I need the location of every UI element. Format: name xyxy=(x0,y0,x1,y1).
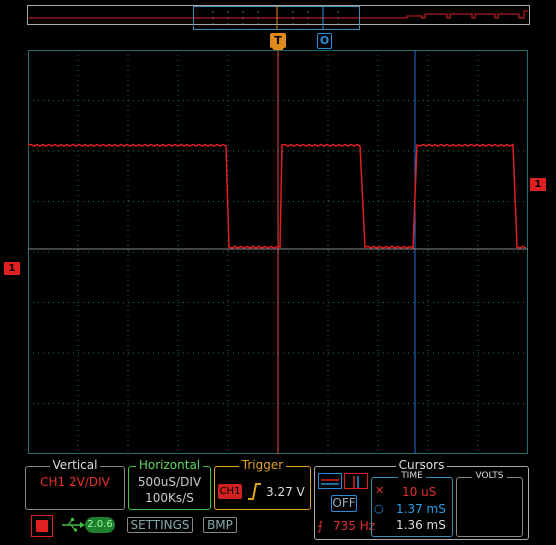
settings-button[interactable]: SETTINGS xyxy=(127,517,193,533)
cursor1-time: 10 uS xyxy=(402,485,437,499)
cursors-title-text: Cursors xyxy=(395,458,448,472)
vertical-panel[interactable]: Vertical CH1 2V/DIV xyxy=(25,458,125,510)
trigger-title: Trigger xyxy=(215,458,310,472)
cursor2-time: 1.37 mS xyxy=(396,502,446,516)
usb-icon xyxy=(62,518,85,532)
sample-rate: 100Ks/S xyxy=(145,491,194,505)
overview-view-window[interactable] xyxy=(193,6,360,30)
bmp-button[interactable]: BMP xyxy=(203,517,237,533)
vertical-scale: CH1 2V/DIV xyxy=(40,475,110,489)
volts-title: VOLTS xyxy=(457,471,522,481)
trigger-position-marker[interactable]: T xyxy=(270,33,286,48)
firmware-version-badge: 2.0.6 xyxy=(85,517,115,533)
cursors-off-button[interactable]: OFF xyxy=(331,495,357,512)
horizontal-title-text: Horizontal xyxy=(135,458,204,472)
cursor-h-icon[interactable] xyxy=(318,473,342,489)
cursor-delta-time: 1.36 mS xyxy=(396,518,446,532)
ch1-trigger-level-marker[interactable]: 1 xyxy=(530,178,546,191)
cursor-v-icon[interactable] xyxy=(344,473,368,489)
vertical-title-text: Vertical xyxy=(49,458,101,472)
time-title: TIME xyxy=(372,471,452,481)
time-title-text: TIME xyxy=(398,471,426,481)
cursors-title: Cursors xyxy=(315,458,528,472)
frequency-icon: ⨍ xyxy=(317,519,324,533)
volts-title-text: VOLTS xyxy=(472,471,507,481)
overview-window-dots xyxy=(212,6,339,30)
trigger-title-text: Trigger xyxy=(238,458,287,472)
horizontal-scale: 500uS/DIV xyxy=(137,475,202,489)
trigger-level: 3.27 V xyxy=(266,485,305,499)
trigger-panel[interactable]: Trigger CH1 3.27 V xyxy=(214,458,311,510)
horizontal-title: Horizontal xyxy=(129,458,210,472)
vertical-title: Vertical xyxy=(26,458,124,472)
cursor-position-marker[interactable]: O xyxy=(317,33,332,49)
horizontal-panel[interactable]: Horizontal 500uS/DIV 100Ks/S xyxy=(128,458,211,510)
run-stop-icon xyxy=(36,520,48,532)
ch1-offset-marker[interactable]: 1 xyxy=(4,262,20,275)
cursor-frequency: 735 Hz xyxy=(333,519,376,533)
cursor-volts-box: VOLTS xyxy=(456,471,523,537)
scope-display[interactable] xyxy=(28,50,528,454)
run-stop-button[interactable] xyxy=(31,515,53,537)
rising-edge-icon[interactable] xyxy=(246,481,262,501)
cursor2-o-icon: ○ xyxy=(374,502,384,515)
trigger-source-button[interactable]: CH1 xyxy=(218,484,242,499)
cursor1-x-icon: ✕ xyxy=(375,484,385,497)
